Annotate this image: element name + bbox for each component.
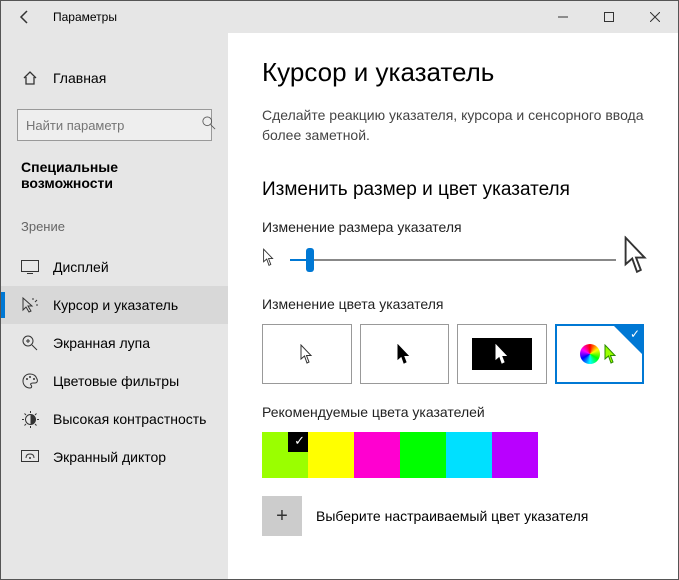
display-icon [21,258,39,276]
swatch-lime[interactable]: ✓ [262,432,308,478]
swatch-purple[interactable] [492,432,538,478]
color-label: Изменение цвета указателя [262,296,644,312]
window-title: Параметры [53,10,117,24]
swatch-cyan[interactable] [446,432,492,478]
size-label: Изменение размера указателя [262,219,644,235]
home-icon [21,69,39,87]
pointer-color-black[interactable] [360,324,450,384]
swatch-green[interactable] [400,432,446,478]
nav-item-magnifier[interactable]: Экранная лупа [1,324,228,362]
minimize-button[interactable] [540,1,586,33]
page-title: Курсор и указатель [262,57,644,88]
custom-color-label: Выберите настраиваемый цвет указателя [316,508,588,524]
group-label: Зрение [1,219,228,242]
main-content: Курсор и указатель Сделайте реакцию указ… [228,33,678,579]
nav-item-display[interactable]: Дисплей [1,248,228,286]
swatch-yellow[interactable] [308,432,354,478]
check-icon: ✓ [630,327,640,341]
color-wheel-icon [580,344,600,364]
back-button[interactable] [1,1,49,33]
pointer-color-white[interactable] [262,324,352,384]
magnifier-icon [21,334,39,352]
nav-label: Дисплей [53,259,109,275]
cursor-large-icon [624,236,651,284]
swatch-pink[interactable] [354,432,400,478]
narrator-icon [21,448,39,466]
pointer-color-inverted[interactable] [457,324,547,384]
section-title: Специальные возможности [1,159,228,209]
nav-label: Высокая контрастность [53,411,206,427]
nav-item-cursor[interactable]: Курсор и указатель [1,286,228,324]
maximize-button[interactable] [586,1,632,33]
nav-item-color-filters[interactable]: Цветовые фильтры [1,362,228,400]
home-label: Главная [53,70,106,86]
search-icon [202,116,216,135]
pointer-size-slider[interactable] [262,247,644,272]
pointer-color-options: ✓ [262,324,644,384]
nav-label: Курсор и указатель [53,297,178,313]
home-link[interactable]: Главная [1,61,228,95]
nav-label: Цветовые фильтры [53,373,179,389]
recommended-swatches: ✓ [262,432,644,478]
section-heading: Изменить размер и цвет указателя [262,179,644,201]
search-box[interactable] [17,109,212,141]
slider-thumb[interactable] [306,248,314,272]
recommended-label: Рекомендуемые цвета указателей [262,404,644,420]
contrast-icon [21,410,39,428]
search-input[interactable] [26,118,202,133]
nav-label: Экранная лупа [53,335,150,351]
plus-icon: + [276,505,288,528]
palette-icon [21,372,39,390]
page-description: Сделайте реакцию указателя, курсора и се… [262,106,644,145]
cursor-small-icon [263,248,276,271]
custom-color-row: + Выберите настраиваемый цвет указателя [262,496,644,536]
cursor-icon [21,296,39,314]
nav-item-contrast[interactable]: Высокая контрастность [1,400,228,438]
slider-track[interactable] [290,259,616,261]
nav-label: Экранный диктор [53,449,166,465]
nav-item-narrator[interactable]: Экранный диктор [1,438,228,476]
add-custom-color-button[interactable]: + [262,496,302,536]
pointer-color-custom[interactable]: ✓ [555,324,645,384]
titlebar: Параметры [1,1,678,33]
check-icon: ✓ [294,433,305,449]
window-controls [540,1,678,33]
close-button[interactable] [632,1,678,33]
sidebar: Главная Специальные возможности Зрение Д… [1,33,228,579]
